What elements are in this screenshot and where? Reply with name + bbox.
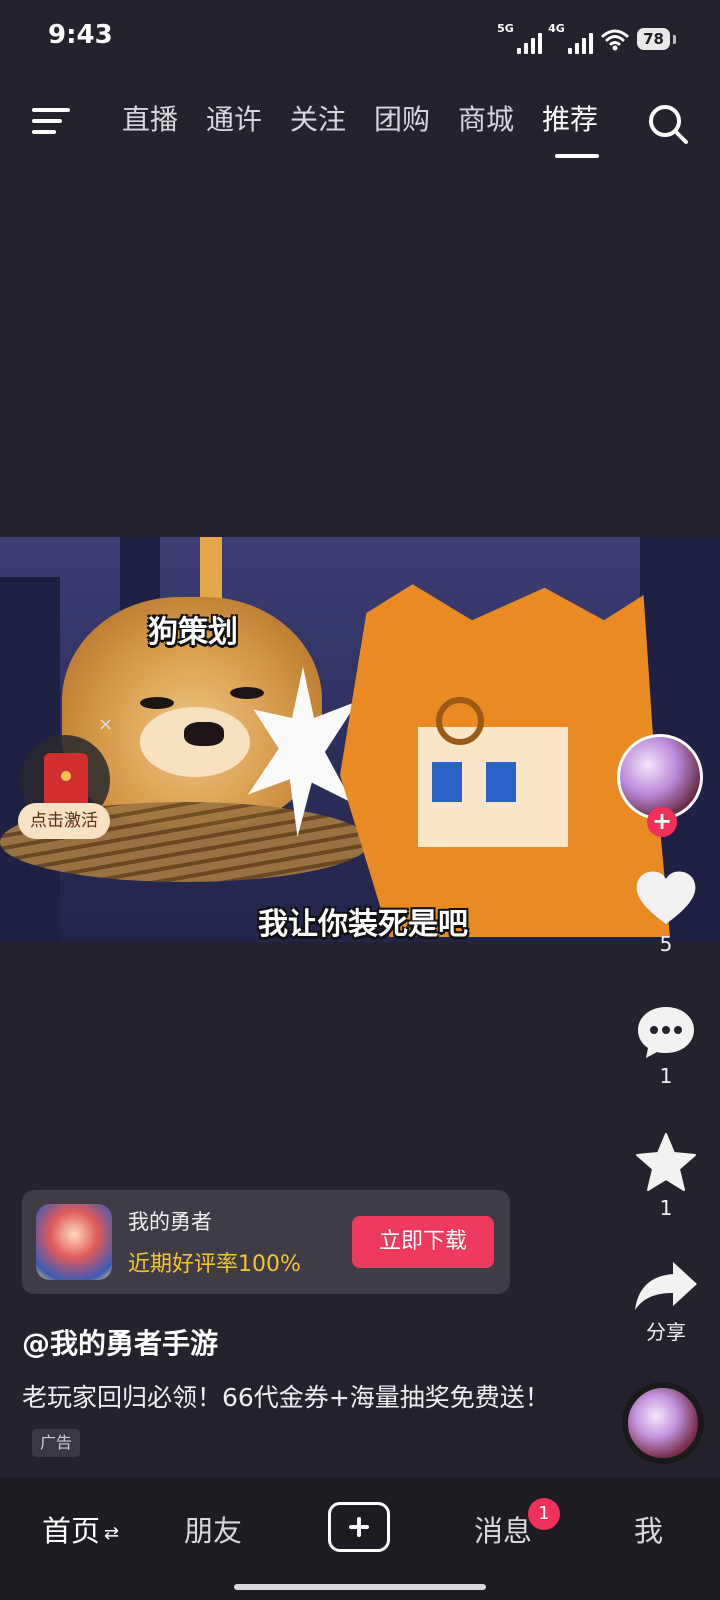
messages-badge: 1 [528,1498,560,1530]
comment-count: 1 [659,1064,673,1088]
tab-following[interactable]: 关注 [276,100,360,140]
share-arrow-icon [635,1262,697,1310]
status-time: 9:43 [48,20,113,50]
description-text: 老玩家回归必领！66代金券+海量抽奖免费送！ [22,1383,550,1412]
red-packet-widget[interactable]: 点击激活 [18,735,110,845]
post-description: 老玩家回归必领！66代金券+海量抽奖免费送！ 广告 [22,1376,562,1464]
status-icons: 5G 4G 78 [497,22,676,54]
game-app-icon [36,1204,112,1280]
create-post-button[interactable] [328,1502,390,1552]
battery-icon: 78 [637,28,676,50]
bottom-nav: 首页 ⇄ 朋友 消息 1 我 [0,1478,720,1600]
follow-button[interactable]: + [647,807,677,837]
signal-5g-icon: 5G [497,22,543,54]
tab-live[interactable]: 直播 [108,100,192,140]
menu-icon[interactable] [32,106,72,136]
red-envelope-icon [44,753,88,809]
status-bar: 9:43 5G 4G 78 [0,0,720,78]
nav-friends[interactable]: 朋友 [184,1508,242,1550]
home-indicator[interactable] [234,1584,486,1590]
ad-rating: 近期好评率100% [128,1252,301,1277]
tab-recommended[interactable]: 推荐 [528,100,612,158]
download-button[interactable]: 立即下载 [352,1216,494,1268]
heart-icon [636,871,696,924]
music-disc[interactable] [622,1382,704,1464]
share-label: 分享 [646,1320,686,1344]
author-name[interactable]: @我的勇者手游 [22,1322,218,1362]
video-caption-top: 狗策划 [148,615,238,650]
share-button[interactable]: 分享 [626,1258,706,1345]
comment-button[interactable]: 1 [626,1004,706,1088]
tab-mall[interactable]: 商城 [444,100,528,140]
search-icon[interactable] [646,102,690,146]
network-type-label: 4G [548,22,565,35]
tab-tongxu[interactable]: 通许 [192,100,276,140]
close-icon[interactable]: × [98,714,113,735]
like-count: 5 [659,932,673,956]
tab-group-buy[interactable]: 团购 [360,100,444,140]
swap-icon: ⇄ [104,1522,120,1544]
nav-home[interactable]: 首页 ⇄ [42,1508,119,1550]
ad-tag: 广告 [32,1429,81,1457]
activate-label: 点击激活 [18,803,110,839]
nav-home-label: 首页 [42,1514,101,1548]
nav-messages[interactable]: 消息 [474,1508,532,1550]
wifi-icon [601,29,629,51]
feed-tabs: 直播 通许 关注 团购 商城 推荐 [108,100,612,158]
top-nav: 直播 通许 关注 团购 商城 推荐 [0,92,720,162]
signal-4g-icon: 4G [548,22,594,54]
nav-me[interactable]: 我 [634,1508,663,1550]
ad-card[interactable]: 我的勇者 近期好评率100% 立即下载 [22,1190,510,1294]
comment-icon [638,1007,694,1058]
video-caption-bottom: 我让你装死是吧 [258,907,468,942]
ad-app-name: 我的勇者 [128,1210,212,1234]
star-icon [636,1133,696,1191]
favorite-count: 1 [659,1196,673,1220]
network-type-label: 5G [497,22,514,35]
like-button[interactable]: 5 [626,868,706,956]
favorite-button[interactable]: 1 [626,1132,706,1220]
